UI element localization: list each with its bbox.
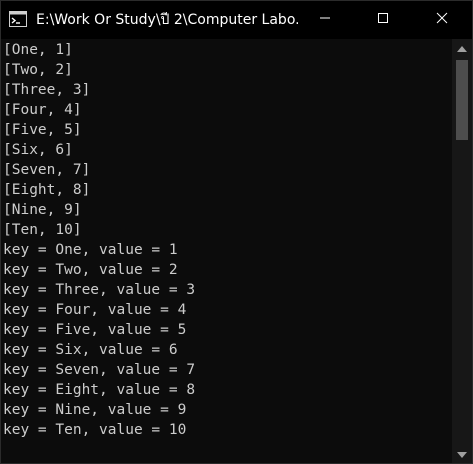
title-bar[interactable]: E:\Work Or Study\ปี 2\Computer Labo...: [1, 1, 472, 39]
console-line: [Nine, 9]: [3, 202, 82, 218]
console-output[interactable]: [One, 1] [Two, 2] [Three, 3] [Four, 4] […: [1, 39, 452, 463]
maximize-icon: [377, 11, 389, 29]
close-icon: [436, 11, 448, 29]
scroll-up-arrow-icon: [457, 39, 467, 57]
minimize-button[interactable]: [302, 1, 348, 39]
console-line: key = Three, value = 3: [3, 282, 196, 298]
console-line: [Seven, 7]: [3, 162, 91, 178]
console-window: E:\Work Or Study\ปี 2\Computer Labo... […: [0, 0, 473, 464]
console-line: key = Two, value = 2: [3, 262, 178, 278]
console-line: [Three, 3]: [3, 82, 91, 98]
scroll-down-button[interactable]: [452, 445, 472, 463]
console-line: [Two, 2]: [3, 62, 73, 78]
console-line: key = Nine, value = 9: [3, 402, 187, 418]
console-line: [Eight, 8]: [3, 182, 91, 198]
close-button[interactable]: [419, 1, 465, 39]
console-line: [One, 1]: [3, 42, 73, 58]
console-line: [Five, 5]: [3, 122, 82, 138]
console-app-icon[interactable]: [9, 11, 27, 27]
console-line: key = One, value = 1: [3, 242, 178, 258]
console-line: key = Eight, value = 8: [3, 382, 196, 398]
console-line: key = Five, value = 5: [3, 322, 187, 338]
console-line: key = Four, value = 4: [3, 302, 187, 318]
minimize-icon: [319, 11, 331, 29]
scroll-down-arrow-icon: [457, 445, 467, 463]
console-line: key = Six, value = 6: [3, 342, 178, 358]
scroll-thumb[interactable]: [456, 60, 468, 140]
maximize-button[interactable]: [360, 1, 406, 39]
scroll-up-button[interactable]: [452, 39, 472, 57]
console-line: [Six, 6]: [3, 142, 73, 158]
vertical-scrollbar[interactable]: [452, 39, 472, 463]
console-line: key = Ten, value = 10: [3, 422, 187, 438]
window-title: E:\Work Or Study\ปี 2\Computer Labo...: [36, 12, 298, 28]
console-line: [Four, 4]: [3, 102, 82, 118]
console-line: [Ten, 10]: [3, 222, 82, 238]
console-line: key = Seven, value = 7: [3, 362, 196, 378]
